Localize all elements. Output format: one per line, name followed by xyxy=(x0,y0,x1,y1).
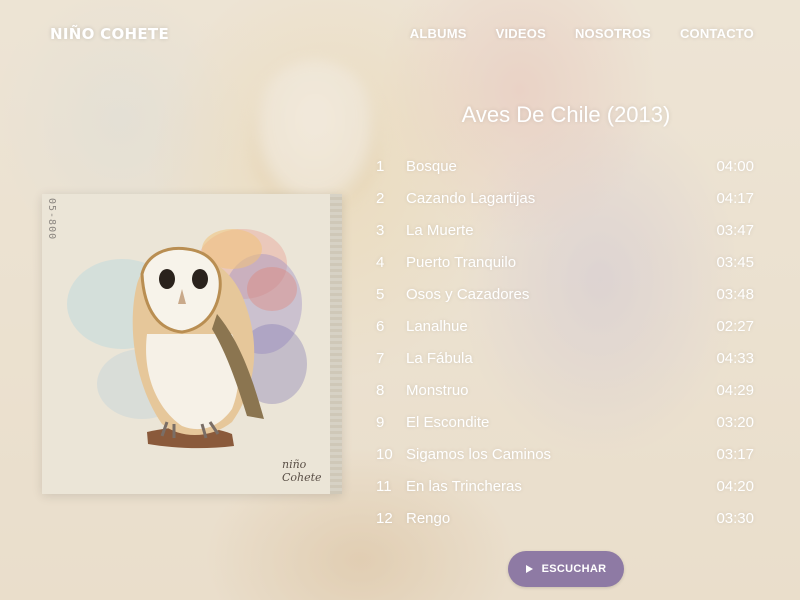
track-number: 7 xyxy=(376,349,385,367)
track-title: La Muerte xyxy=(406,221,474,239)
track-title: El Escondite xyxy=(406,413,490,431)
album-title: Aves De Chile (2013) xyxy=(461,102,671,127)
track-number: 8 xyxy=(376,381,385,399)
track-row[interactable]: 1 Bosque 04:00 xyxy=(376,150,754,182)
owl-illustration xyxy=(67,229,307,449)
track-duration: 04:33 xyxy=(716,349,754,367)
track-title: La Fábula xyxy=(406,349,473,367)
nav-contacto[interactable]: CONTACTO xyxy=(680,26,754,41)
track-duration: 03:48 xyxy=(716,285,754,303)
brand-logo[interactable]: NIÑO COHETE xyxy=(50,25,169,43)
track-row[interactable]: 8 Monstruo 04:29 xyxy=(376,374,754,406)
track-duration: 03:45 xyxy=(716,253,754,271)
track-row[interactable]: 10 Sigamos los Caminos 03:17 xyxy=(376,438,754,470)
track-row[interactable]: 4 Puerto Tranquilo 03:45 xyxy=(376,246,754,278)
track-duration: 04:17 xyxy=(716,189,754,207)
nav-albums[interactable]: ALBUMS xyxy=(410,26,467,41)
nav-videos[interactable]: VIDEOS xyxy=(496,26,546,41)
track-row[interactable]: 6 Lanalhue 02:27 xyxy=(376,310,754,342)
track-duration: 03:30 xyxy=(716,509,754,527)
track-number: 5 xyxy=(376,285,385,303)
track-number: 9 xyxy=(376,413,385,431)
track-row[interactable]: 11 En las Trincheras 04:20 xyxy=(376,470,754,502)
track-row[interactable]: 12 Rengo 03:30 xyxy=(376,502,754,534)
track-number: 1 xyxy=(376,157,385,175)
paper-edge xyxy=(330,194,342,494)
track-row[interactable]: 7 La Fábula 04:33 xyxy=(376,342,754,374)
track-number: 12 xyxy=(376,509,393,527)
track-title: Puerto Tranquilo xyxy=(406,253,517,271)
track-title: Rengo xyxy=(406,509,451,527)
track-duration: 04:20 xyxy=(716,477,754,495)
track-duration: 03:17 xyxy=(716,445,754,463)
nav-nosotros[interactable]: NOSOTROS xyxy=(575,26,651,41)
track-title: Bosque xyxy=(406,157,457,175)
track-number: 2 xyxy=(376,189,385,207)
cover-stamp: 05-800 xyxy=(46,198,57,241)
track-title: Osos y Cazadores xyxy=(406,285,530,303)
track-duration: 03:47 xyxy=(716,221,754,239)
cover-signature: niño Cohete xyxy=(282,458,322,484)
track-duration: 04:00 xyxy=(716,157,754,175)
track-title: Sigamos los Caminos xyxy=(406,445,552,463)
track-number: 6 xyxy=(376,317,385,335)
main-nav: ALBUMS VIDEOS NOSOTROS CONTACTO xyxy=(410,26,754,41)
tracklist: 1 Bosque 04:00 2 Cazando Lagartijas 04:17 3 L… xyxy=(376,150,754,534)
track-title: Monstruo xyxy=(406,381,469,399)
track-title: Lanalhue xyxy=(406,317,468,335)
track-duration: 03:20 xyxy=(716,413,754,431)
track-number: 3 xyxy=(376,221,385,239)
track-number: 4 xyxy=(376,253,385,271)
track-duration: 04:29 xyxy=(716,381,754,399)
track-title: En las Trincheras xyxy=(406,477,522,495)
track-title: Cazando Lagartijas xyxy=(406,189,536,207)
track-row[interactable]: 5 Osos y Cazadores 03:48 xyxy=(376,278,754,310)
track-row[interactable]: 2 Cazando Lagartijas 04:17 xyxy=(376,182,754,214)
listen-button[interactable]: ESCUCHAR xyxy=(508,551,624,587)
album-cover: 05-800 niño Cohete xyxy=(42,194,342,494)
track-duration: 02:27 xyxy=(716,317,754,335)
play-icon xyxy=(525,565,533,573)
track-number: 11 xyxy=(376,477,392,495)
listen-button-label: ESCUCHAR xyxy=(541,563,607,575)
track-row[interactable]: 3 La Muerte 03:47 xyxy=(376,214,754,246)
track-number: 10 xyxy=(376,445,393,463)
track-row[interactable]: 9 El Escondite 03:20 xyxy=(376,406,754,438)
